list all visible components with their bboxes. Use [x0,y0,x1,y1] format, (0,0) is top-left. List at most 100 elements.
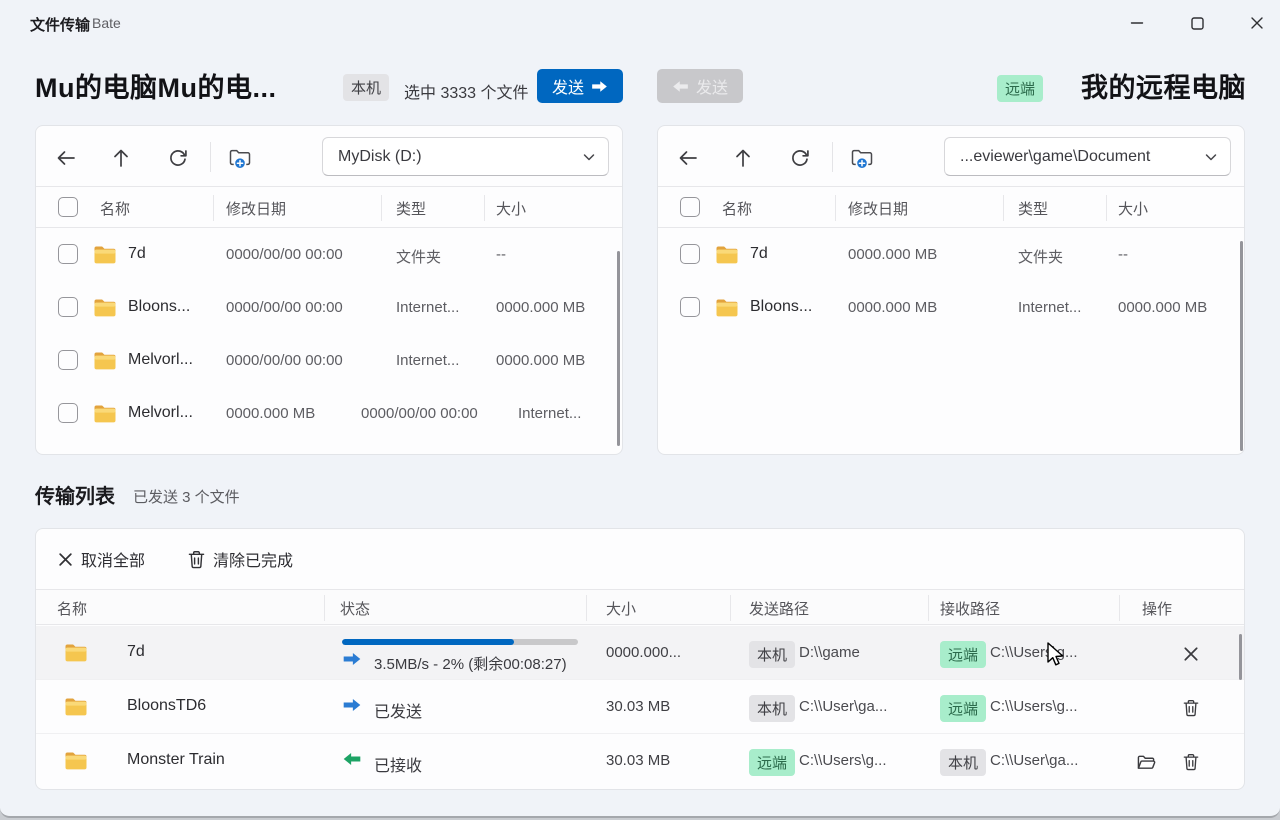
open-folder-button[interactable] [1133,749,1159,775]
back-icon [55,147,77,169]
column-name[interactable]: 名称 [722,198,752,219]
transfer-row[interactable]: BloonsTD6 已发送 30.03 MB 本机 C:\\User\ga...… [36,680,1244,734]
transfer-row[interactable]: Monster Train 已接收 30.03 MB 远端 C:\\Users\… [36,734,1244,788]
new-folder-button[interactable] [227,144,255,172]
arrow-right-icon [591,80,608,93]
column-name[interactable]: 名称 [100,198,130,219]
folder-icon [715,245,739,265]
column-size[interactable]: 大小 [606,598,636,619]
file-row[interactable]: Melvorl... 0000/00/00 00:00 Internet... … [36,334,622,387]
refresh-icon [789,147,811,169]
file-row[interactable]: Melvorl... 0000.000 MB 0000/00/00 00:00 … [36,387,622,440]
clear-completed-button[interactable]: 清除已完成 [188,545,293,573]
column-name[interactable]: 名称 [57,598,87,619]
minimize-icon [1130,16,1144,30]
file-row[interactable]: Bloons... 0000/00/00 00:00 Internet... 0… [36,281,622,334]
transfer-size: 30.03 MB [606,752,670,769]
column-size[interactable]: 大小 [1118,198,1148,219]
selection-info: 选中 3333 个文件 [404,79,529,103]
panel-scrollbar[interactable] [1240,241,1243,451]
file-row[interactable]: 7d 0000.000 MB 文件夹 -- [658,228,1244,281]
folder-icon [93,351,117,371]
transfer-status: 已发送 [374,698,422,722]
column-date[interactable]: 修改日期 [226,198,286,219]
row-checkbox[interactable] [58,244,78,264]
cancel-transfer-button[interactable] [1178,641,1204,667]
new-folder-icon [850,146,876,171]
transfer-list-title: 传输列表 [35,480,115,509]
send-origin-badge: 本机 [749,641,795,668]
row-checkbox[interactable] [680,244,700,264]
select-all-checkbox[interactable] [680,197,700,217]
row-checkbox[interactable] [58,297,78,317]
transfer-size: 30.03 MB [606,698,670,715]
file-type: Internet... [1018,299,1081,316]
close-button[interactable] [1234,8,1280,38]
row-checkbox[interactable] [58,403,78,423]
cancel-all-button[interactable]: 取消全部 [58,545,145,573]
up-button[interactable] [107,144,135,172]
file-type: Internet... [396,352,459,369]
file-date: 0000.000 MB [848,299,937,316]
sending-arrow-icon [342,652,362,666]
row-checkbox[interactable] [680,297,700,317]
remote-path-dropdown[interactable]: ...eviewer\game\Document [944,137,1231,176]
file-size: 0000.000 MB [1118,299,1207,316]
file-row[interactable]: 7d 0000/00/00 00:00 文件夹 -- [36,228,622,281]
new-folder-button[interactable] [849,144,877,172]
column-date[interactable]: 修改日期 [848,198,908,219]
column-type[interactable]: 类型 [1018,198,1048,219]
app-title: 文件传输 [30,14,90,35]
folder-icon [64,697,88,717]
up-button[interactable] [729,144,757,172]
recv-origin-badge: 本机 [940,749,986,776]
file-name: Bloons... [128,298,190,316]
file-table-header: 名称 修改日期 类型 大小 [36,186,622,228]
back-button[interactable] [52,144,80,172]
folder-icon [715,298,739,318]
transfer-size: 0000.000... [606,644,681,661]
recv-path: C:\\User\ga... [990,752,1078,769]
file-size: 0000.000 MB [496,352,585,369]
column-send-path[interactable]: 发送路径 [749,598,809,619]
select-all-checkbox[interactable] [58,197,78,217]
column-size[interactable]: 大小 [496,198,526,219]
send-path: C:\\Users\g... [799,752,887,769]
file-table-header: 名称 修改日期 类型 大小 [658,186,1244,228]
transfer-name: BloonsTD6 [127,697,206,715]
clear-completed-label: 清除已完成 [213,547,293,571]
delete-record-button[interactable] [1178,749,1204,775]
receive-button[interactable]: 发送 [657,69,743,103]
file-name: Melvorl... [128,404,193,422]
minimize-button[interactable] [1114,8,1160,38]
sent-arrow-icon [342,698,362,712]
column-recv-path[interactable]: 接收路径 [940,598,1000,619]
app-subtitle: Bate [92,15,121,31]
trash-icon [1183,753,1199,771]
local-computer-title: Mu的电脑Mu的电... [35,66,276,105]
up-icon [732,147,754,169]
send-button[interactable]: 发送 [537,69,623,103]
maximize-button[interactable] [1174,8,1220,38]
column-status[interactable]: 状态 [340,598,370,619]
file-row[interactable]: Bloons... 0000.000 MB Internet... 0000.0… [658,281,1244,334]
file-type: Internet... [396,299,459,316]
file-type: 文件夹 [1018,246,1063,267]
row-checkbox[interactable] [58,350,78,370]
column-ops[interactable]: 操作 [1142,598,1172,619]
refresh-button[interactable] [164,144,192,172]
file-size: Internet... [518,405,581,422]
refresh-button[interactable] [786,144,814,172]
app-window: 文件传输 Bate Mu的电脑Mu的电... 本机 选中 3333 个文件 发送… [0,0,1280,818]
back-button[interactable] [674,144,702,172]
panel-scrollbar[interactable] [617,251,620,446]
file-type: 文件夹 [396,246,441,267]
column-type[interactable]: 类型 [396,198,426,219]
chevron-down-icon [1204,150,1218,164]
transfer-scrollbar[interactable] [1239,634,1242,680]
send-button-label: 发送 [552,74,584,98]
recv-origin-badge: 远端 [940,695,986,722]
local-path-dropdown[interactable]: MyDisk (D:) [322,137,609,176]
delete-record-button[interactable] [1178,695,1204,721]
received-arrow-icon [342,752,362,766]
